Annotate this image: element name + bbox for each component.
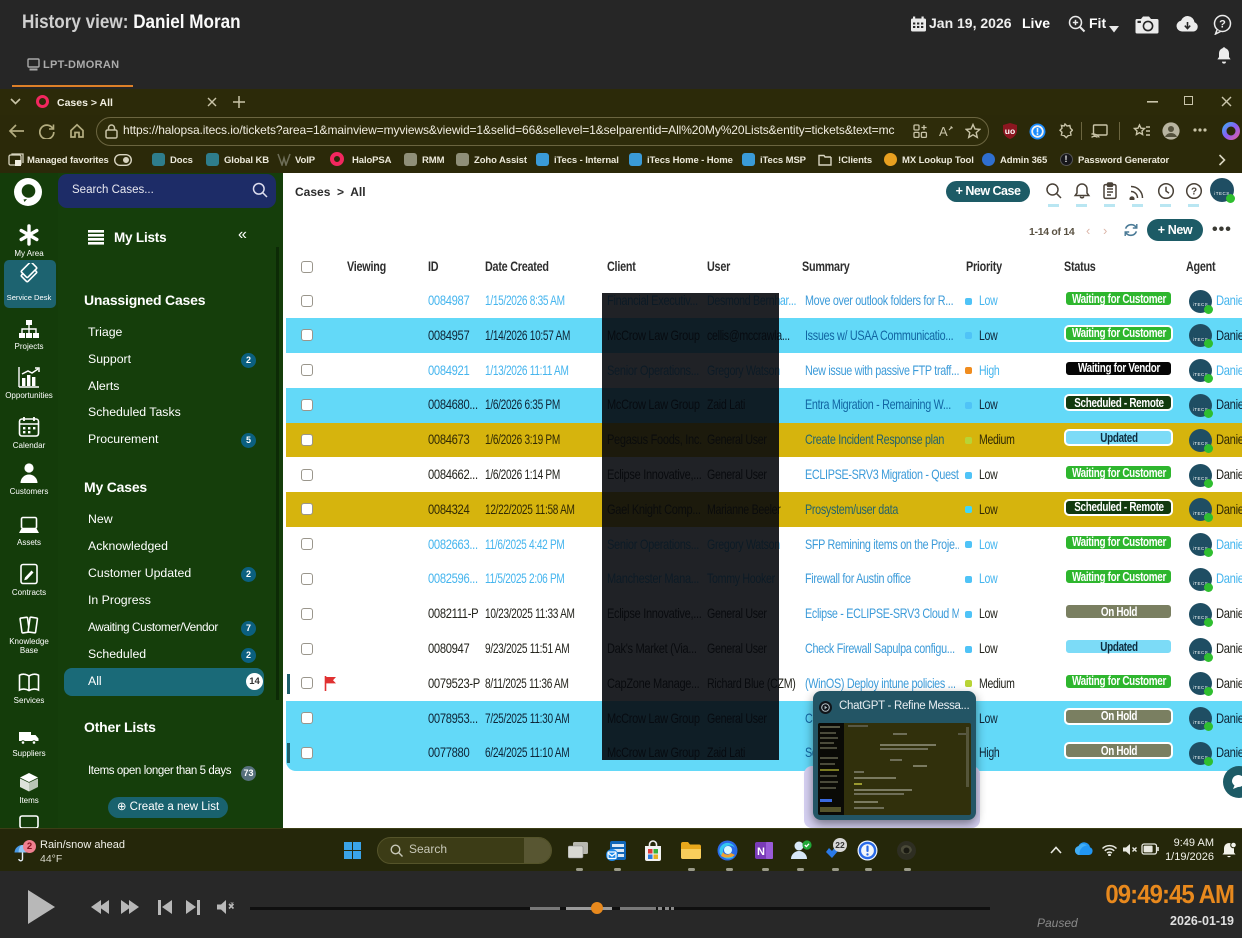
svg-text:?: ? xyxy=(1191,187,1197,198)
svg-text:×: × xyxy=(230,901,234,908)
svg-text:uo: uo xyxy=(1005,126,1015,136)
svg-text:22: 22 xyxy=(835,840,845,850)
svg-text:A: A xyxy=(939,124,948,139)
svg-text:?: ? xyxy=(1219,18,1226,30)
svg-text:N: N xyxy=(757,846,765,858)
